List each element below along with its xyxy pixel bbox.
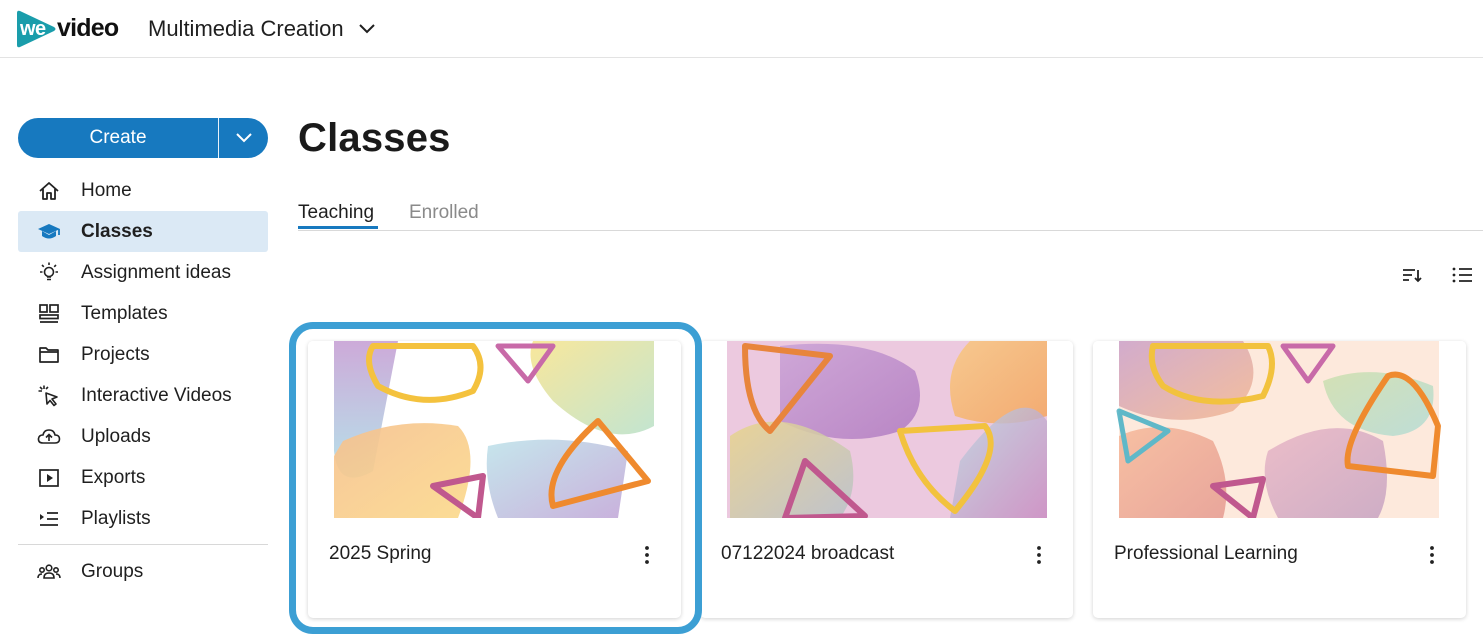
sidebar-item-label: Groups [81,560,144,582]
class-thumbnail [700,341,1073,518]
lightbulb-icon [36,260,62,286]
sidebar-item-projects[interactable]: Projects [18,334,268,375]
more-options-icon[interactable] [1426,543,1438,567]
class-card[interactable]: Professional Learning [1093,341,1466,618]
workspace-selector[interactable]: Multimedia Creation [148,14,376,44]
more-options-icon[interactable] [1033,543,1045,567]
more-options-icon[interactable] [641,543,653,567]
sidebar-item-exports[interactable]: Exports [18,457,268,498]
cloud-upload-icon [36,424,62,450]
wevideo-logo[interactable]: we video [17,9,125,49]
chevron-down-icon [358,24,375,34]
sidebar-item-label: Assignment ideas [81,261,231,283]
class-title: 07122024 broadcast [721,543,895,564]
list-view-icon[interactable] [1451,264,1473,286]
workspace-name: Multimedia Creation [148,16,344,41]
active-tab-indicator [298,226,378,229]
logo-video-text: video [57,14,119,42]
class-card[interactable]: 2025 Spring [308,341,681,618]
cursor-click-icon [36,383,62,409]
abstract-shapes-image [700,341,1073,518]
sidebar-item-groups[interactable]: Groups [18,551,268,592]
sidebar-item-uploads[interactable]: Uploads [18,416,268,457]
top-bar: we video Multimedia Creation [0,0,1483,58]
sidebar-divider [18,544,268,545]
page-title: Classes [298,116,451,160]
logo-we-text: we [20,18,46,40]
sidebar-item-label: Playlists [81,507,151,529]
tab-teaching[interactable]: Teaching [298,202,374,224]
sidebar-item-interactive-videos[interactable]: Interactive Videos [18,375,268,416]
sidebar-item-label: Home [81,179,132,201]
home-icon [36,178,62,204]
tab-enrolled[interactable]: Enrolled [409,202,479,224]
group-icon [36,559,62,585]
play-box-icon [36,465,62,491]
class-thumbnail [1093,341,1466,518]
sidebar-item-playlists[interactable]: Playlists [18,498,268,539]
templates-icon [36,301,62,327]
graduation-cap-icon [36,219,62,245]
sidebar-item-label: Classes [81,220,153,242]
create-button[interactable]: Create [18,118,218,158]
sidebar-item-templates[interactable]: Templates [18,293,268,334]
sidebar-item-label: Interactive Videos [81,384,232,406]
folder-icon [36,342,62,368]
class-title: Professional Learning [1114,543,1298,564]
sidebar-item-label: Uploads [81,425,151,447]
create-dropdown-button[interactable] [219,118,268,158]
sidebar-item-label: Projects [81,343,150,365]
class-thumbnail [308,341,681,518]
sidebar-item-home[interactable]: Home [18,170,268,211]
playlist-icon [36,506,62,532]
sidebar-item-assignment-ideas[interactable]: Assignment ideas [18,252,268,293]
sidebar-item-label: Exports [81,466,146,488]
class-card[interactable]: 07122024 broadcast [700,341,1073,618]
sidebar-item-label: Templates [81,302,168,324]
sort-icon[interactable] [1401,264,1423,286]
create-button-group: Create [18,118,268,158]
sidebar-nav: Home Classes Assignment ideas Templates … [18,170,268,592]
sidebar-item-classes[interactable]: Classes [18,211,268,252]
class-title: 2025 Spring [329,543,432,564]
chevron-down-icon [235,133,252,143]
tab-bar: Teaching Enrolled [298,198,1483,231]
abstract-shapes-image [1093,341,1466,518]
abstract-shapes-image [308,341,681,518]
